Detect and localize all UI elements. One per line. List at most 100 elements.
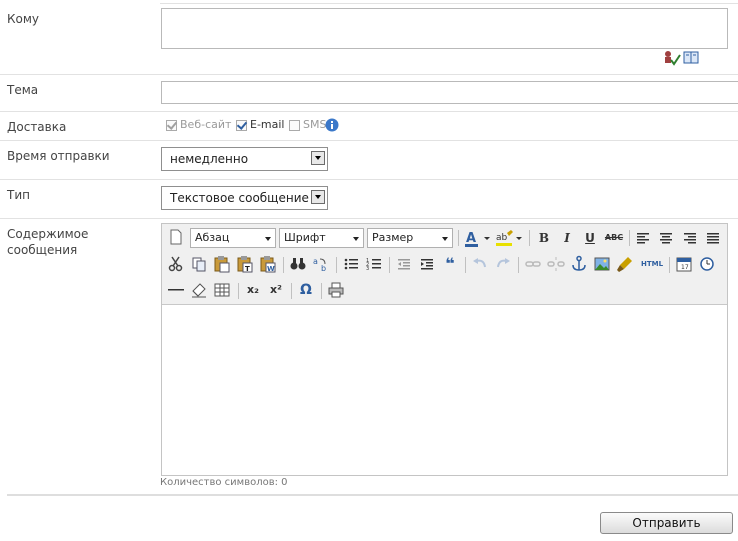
bold-icon[interactable]: B bbox=[535, 229, 553, 247]
blockquote-icon[interactable]: ❝ bbox=[441, 255, 459, 273]
redo-icon bbox=[494, 255, 512, 273]
insert-time-icon[interactable] bbox=[698, 255, 716, 273]
replace-icon[interactable]: ab bbox=[312, 255, 330, 273]
type-label: Тип bbox=[7, 188, 30, 202]
bulleted-list-icon[interactable] bbox=[342, 255, 360, 273]
paste-icon[interactable] bbox=[213, 255, 231, 273]
content-label-line2: сообщения bbox=[7, 243, 78, 257]
format-select[interactable]: Абзац bbox=[190, 228, 276, 248]
font-color-icon[interactable]: A bbox=[463, 229, 493, 247]
toolbar-separator bbox=[465, 257, 466, 273]
align-justify-icon[interactable] bbox=[704, 229, 722, 247]
toolbar-separator bbox=[389, 257, 390, 273]
address-book-actions bbox=[663, 50, 703, 66]
toolbar-separator bbox=[458, 230, 459, 246]
underline-icon[interactable]: U bbox=[581, 229, 599, 247]
svg-text:A: A bbox=[466, 231, 476, 246]
paste-text-icon[interactable]: T bbox=[236, 255, 254, 273]
toolbar-separator bbox=[238, 283, 239, 299]
send-button[interactable]: Отправить bbox=[600, 512, 733, 534]
content-label: Содержимое сообщения bbox=[7, 226, 88, 258]
type-select[interactable]: Текстовое сообщение bbox=[161, 186, 328, 210]
delivery-website-label: Веб-сайт bbox=[180, 118, 232, 131]
subscript-icon[interactable]: x₂ bbox=[244, 281, 262, 299]
special-char-icon[interactable]: Ω bbox=[297, 281, 315, 299]
toolbar-separator bbox=[629, 230, 630, 246]
info-icon[interactable] bbox=[325, 118, 339, 132]
toolbar-separator bbox=[518, 257, 519, 273]
unlink-icon bbox=[547, 255, 565, 273]
toolbar-separator bbox=[321, 283, 322, 299]
delivery-sms-checkbox bbox=[289, 120, 300, 131]
cut-icon[interactable] bbox=[167, 255, 185, 273]
anchor-icon[interactable] bbox=[570, 255, 588, 273]
indent-icon[interactable] bbox=[418, 255, 436, 273]
editor-toolbar: Абзац Шрифт Размер A ab B I U ABC T W a … bbox=[162, 224, 727, 305]
delivery-website-checkbox bbox=[166, 120, 177, 131]
paste-word-icon[interactable]: W bbox=[259, 255, 277, 273]
svg-text:a: a bbox=[313, 257, 318, 266]
horizontal-rule-icon[interactable] bbox=[167, 281, 185, 299]
toolbar-separator bbox=[669, 257, 670, 273]
row-separator bbox=[0, 218, 738, 219]
subject-label: Тема bbox=[7, 83, 39, 97]
char-count: Количество символов: 0 bbox=[160, 477, 288, 488]
strikethrough-icon[interactable]: ABC bbox=[603, 229, 625, 247]
row-separator bbox=[0, 74, 738, 75]
align-right-icon[interactable] bbox=[681, 229, 699, 247]
delivery-sms-label: SMS bbox=[303, 118, 327, 131]
copy-icon[interactable] bbox=[190, 255, 208, 273]
to-input[interactable] bbox=[161, 8, 728, 49]
send-time-label: Время отправки bbox=[7, 149, 110, 163]
print-icon[interactable] bbox=[327, 281, 345, 299]
svg-text:ab: ab bbox=[496, 233, 508, 243]
svg-text:b: b bbox=[321, 264, 326, 273]
top-separator bbox=[160, 3, 738, 4]
svg-text:17: 17 bbox=[681, 264, 689, 271]
new-document-icon[interactable] bbox=[167, 229, 185, 247]
format-painter-icon[interactable] bbox=[616, 255, 634, 273]
table-icon[interactable] bbox=[213, 281, 231, 299]
row-separator bbox=[0, 140, 738, 141]
svg-text:W: W bbox=[267, 265, 275, 273]
outdent-icon[interactable] bbox=[395, 255, 413, 273]
chevron-down-icon bbox=[311, 151, 325, 165]
footer-separator bbox=[7, 494, 738, 496]
numbered-list-icon[interactable]: 123 bbox=[365, 255, 383, 273]
row-separator bbox=[0, 179, 738, 180]
italic-icon[interactable]: I bbox=[558, 229, 576, 247]
align-center-icon[interactable] bbox=[657, 229, 675, 247]
superscript-icon[interactable]: x² bbox=[267, 281, 285, 299]
size-select[interactable]: Размер bbox=[367, 228, 453, 248]
highlight-color-icon[interactable]: ab bbox=[495, 229, 525, 247]
align-left-icon[interactable] bbox=[634, 229, 652, 247]
delivery-label: Доставка bbox=[7, 120, 67, 134]
svg-text:3: 3 bbox=[366, 266, 369, 272]
svg-text:T: T bbox=[245, 265, 250, 273]
image-icon[interactable] bbox=[593, 255, 611, 273]
delivery-email-checkbox[interactable] bbox=[236, 120, 247, 131]
toolbar-separator bbox=[529, 230, 530, 246]
link-icon bbox=[524, 255, 542, 273]
html-source-icon[interactable]: HTML bbox=[639, 255, 665, 273]
subject-input[interactable] bbox=[161, 81, 738, 104]
type-value: Текстовое сообщение bbox=[170, 191, 309, 205]
to-label: Кому bbox=[7, 12, 40, 26]
editor-content-area[interactable] bbox=[162, 305, 727, 475]
send-time-select[interactable]: немедленно bbox=[161, 147, 328, 171]
toolbar-separator bbox=[291, 283, 292, 299]
toolbar-separator bbox=[283, 257, 284, 273]
font-select[interactable]: Шрифт bbox=[279, 228, 364, 248]
delivery-email-label: E-mail bbox=[250, 118, 285, 131]
find-icon[interactable] bbox=[289, 255, 307, 273]
check-names-icon[interactable] bbox=[663, 50, 681, 66]
undo-icon bbox=[471, 255, 489, 273]
send-time-value: немедленно bbox=[170, 152, 249, 166]
address-book-icon[interactable] bbox=[683, 51, 699, 65]
content-label-line1: Содержимое bbox=[7, 227, 89, 241]
rich-text-editor: Абзац Шрифт Размер A ab B I U ABC T W a … bbox=[161, 223, 728, 476]
toolbar-separator bbox=[336, 257, 337, 273]
remove-format-icon[interactable] bbox=[190, 281, 208, 299]
chevron-down-icon bbox=[311, 190, 325, 204]
insert-date-icon[interactable]: 17 bbox=[675, 255, 693, 273]
